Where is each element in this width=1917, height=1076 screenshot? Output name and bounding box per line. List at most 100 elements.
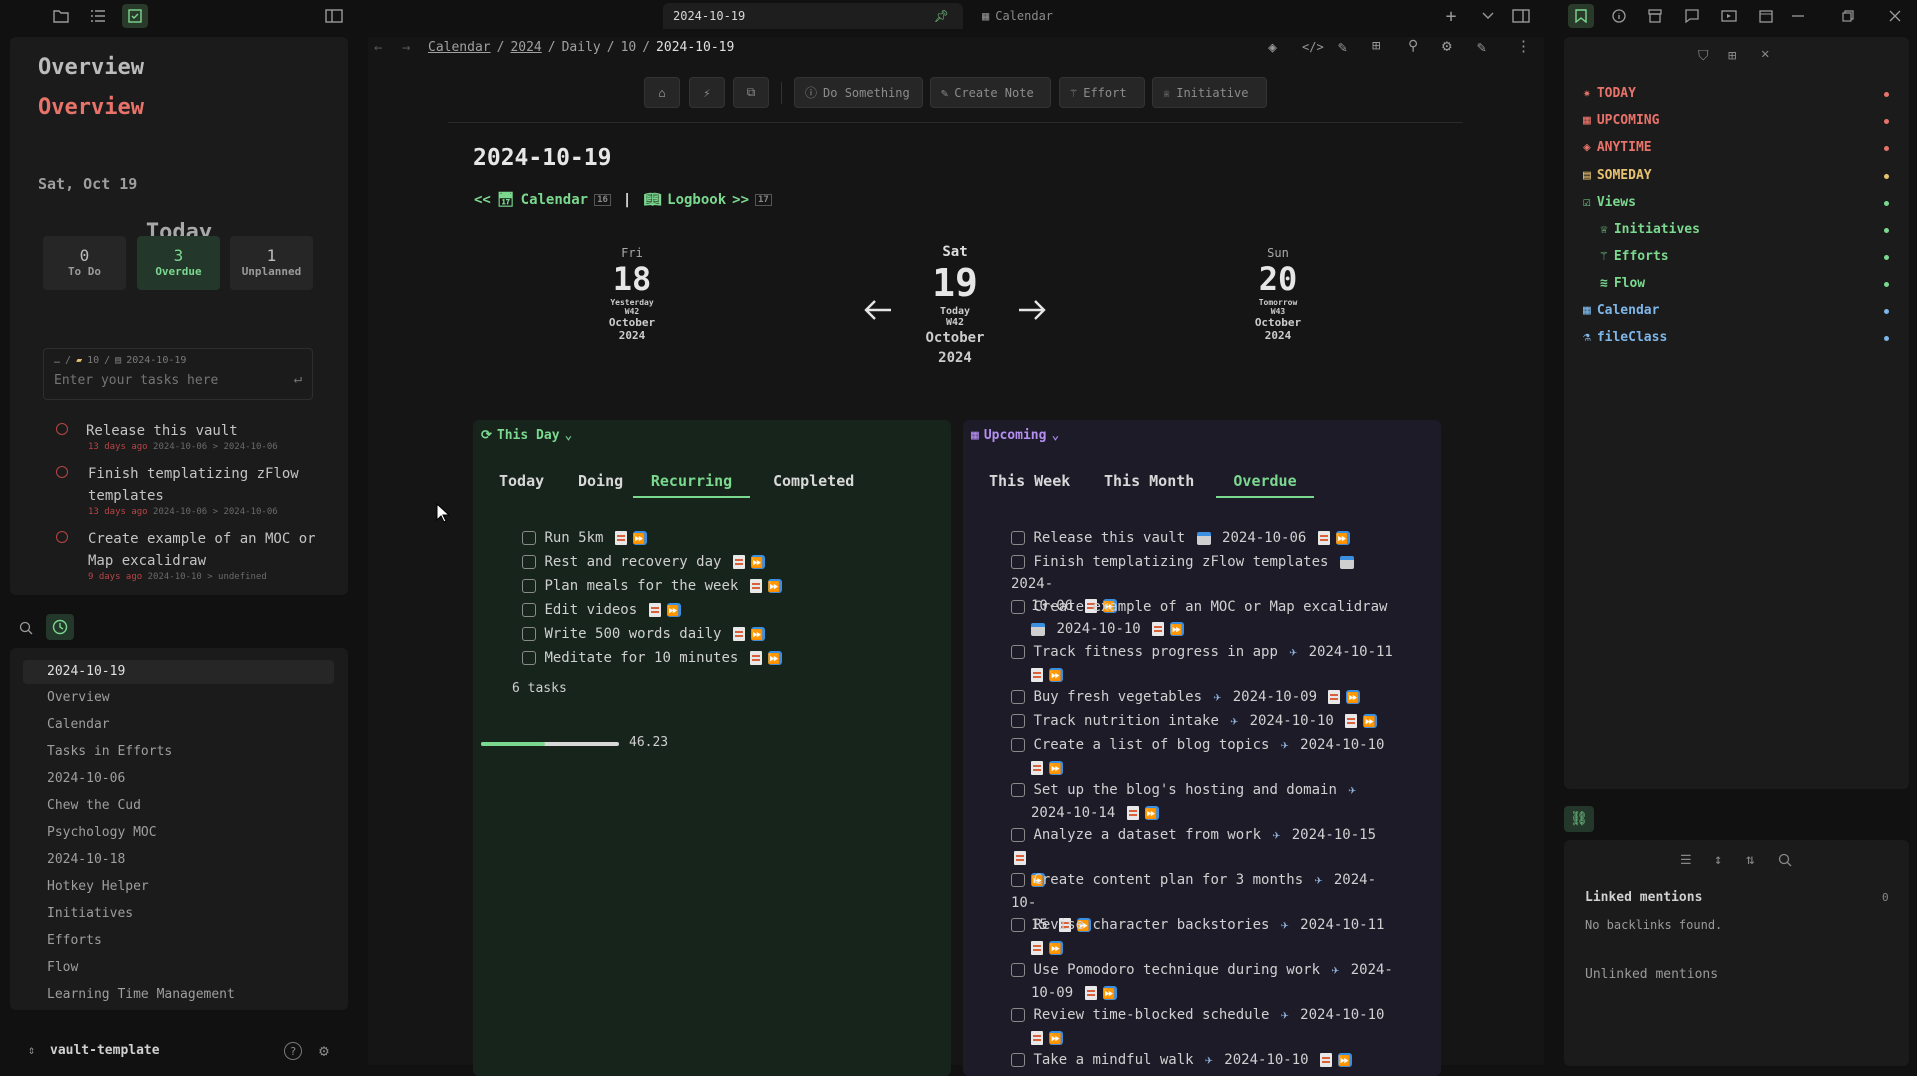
stat-unplanned[interactable]: 1 Unplanned — [230, 236, 313, 290]
tab-active[interactable]: 2024-10-19 📌︎ — [663, 3, 963, 29]
checkbox[interactable] — [1011, 531, 1025, 545]
breadcrumb-item[interactable]: 10 — [621, 40, 637, 55]
code-icon[interactable]: </> — [1302, 40, 1324, 54]
note-icon[interactable] — [1345, 714, 1358, 728]
file-item[interactable]: Hotkey Helper — [47, 876, 149, 898]
checkbox[interactable] — [1011, 1008, 1025, 1022]
more-icon[interactable]: ⋮ — [1516, 37, 1531, 55]
nav-someday[interactable]: ▤ SOMEDAY — [1583, 168, 1652, 183]
do-something-button[interactable]: ⓘ Do Something — [794, 77, 923, 108]
checkbox[interactable] — [1011, 828, 1025, 842]
linked-mentions-heading[interactable]: Linked mentions — [1585, 890, 1702, 905]
tab-calendar[interactable]: ▦ Calendar — [972, 3, 1166, 29]
checkbox[interactable] — [522, 627, 536, 641]
file-item[interactable]: 2024-10-18 — [47, 849, 125, 871]
file-item[interactable]: Psychology MOC — [47, 822, 157, 844]
search-icon[interactable] — [16, 618, 36, 638]
stat-overdue[interactable]: 3 Overdue — [137, 236, 220, 290]
next-icon[interactable]: >> — [732, 192, 749, 208]
task-row[interactable]: Use Pomodoro technique during work ✈︎ 20… — [1011, 959, 1401, 1006]
expand-icon[interactable]: ↕ — [1714, 852, 1722, 868]
note-icon[interactable] — [1320, 1053, 1333, 1067]
calendar-check-icon[interactable] — [122, 4, 148, 28]
close-icon[interactable] — [1882, 4, 1908, 28]
tree-icon[interactable]: ⊞ — [1372, 38, 1380, 54]
task-input[interactable] — [54, 373, 284, 388]
create-note-button[interactable]: ✎ Create Note — [930, 77, 1051, 108]
settings-icon[interactable]: ⚙ — [314, 1040, 334, 1060]
note-icon[interactable] — [1126, 806, 1139, 820]
task-row[interactable]: Rest and recovery day — [522, 551, 768, 575]
search-icon[interactable] — [1777, 852, 1793, 868]
collapse-icon[interactable]: ✕ — [1761, 46, 1769, 62]
chevron-down-icon[interactable] — [1475, 4, 1501, 28]
task-row[interactable]: Set up the blog's hosting and domain ✈︎ 2… — [1011, 779, 1401, 826]
note-icon[interactable] — [1031, 761, 1043, 775]
bookmark-icon[interactable] — [1568, 4, 1594, 28]
checkbox[interactable] — [522, 579, 536, 593]
nav-views[interactable]: ☑ Views — [1583, 195, 1636, 210]
file-item[interactable]: 2024-10-06 — [47, 768, 125, 790]
note-icon[interactable] — [749, 579, 762, 593]
file-item[interactable]: Efforts — [47, 930, 102, 952]
vault-name[interactable]: vault-template — [50, 1043, 160, 1058]
link-icon[interactable]: ⛓ — [1564, 806, 1594, 832]
note-icon[interactable] — [732, 555, 745, 569]
folder-add-icon[interactable]: ⊞ — [1728, 48, 1736, 64]
checkbox[interactable] — [1011, 645, 1025, 659]
tab-completed[interactable]: Completed — [773, 472, 854, 490]
fast-forward-icon[interactable] — [1049, 666, 1063, 688]
task-row[interactable]: Review time-blocked schedule ✈︎ 2024-10-… — [1011, 1004, 1401, 1051]
nav-anytime[interactable]: ◈ ANYTIME — [1583, 140, 1652, 155]
day-next[interactable]: Sun 20 Tomorrow W43 October 2024 — [1238, 246, 1318, 342]
checkbox[interactable] — [1011, 714, 1025, 728]
recent-files-icon[interactable] — [46, 614, 74, 640]
upcoming-dropdown[interactable]: ▦ Upcoming ⌄ — [971, 428, 1059, 443]
file-item[interactable]: Flow — [47, 957, 78, 979]
nav-upcoming[interactable]: ▦ UPCOMING — [1583, 113, 1659, 128]
effort-button[interactable]: ⚚ Effort — [1059, 77, 1145, 108]
task-row[interactable]: Run 5km — [522, 527, 650, 551]
tab-today[interactable]: Today — [499, 472, 544, 490]
task-row[interactable]: Meditate for 10 minutes — [522, 647, 785, 671]
arrow-right-icon[interactable] — [1014, 292, 1050, 328]
checkbox[interactable] — [522, 651, 536, 665]
task-row[interactable]: Plan meals for the week — [522, 575, 785, 599]
checkbox[interactable] — [1011, 873, 1025, 887]
fast-forward-icon[interactable] — [767, 577, 782, 599]
file-item[interactable]: Chew the Cud — [47, 795, 141, 817]
pin-icon[interactable]: 📌︎ — [934, 9, 949, 23]
file-item[interactable]: Overview — [47, 687, 110, 709]
note-icon[interactable] — [1031, 668, 1043, 682]
file-item[interactable]: 2024-10-19 — [47, 661, 125, 683]
checkbox[interactable] — [1011, 1053, 1025, 1067]
task-row[interactable]: Track nutrition intake ✈︎ 2024-10-10 — [1011, 710, 1401, 734]
comment-icon[interactable] — [1679, 4, 1705, 28]
logbook-link[interactable]: Logbook — [667, 192, 726, 208]
task-row[interactable]: Release this vault 2024-10-06 — [1011, 527, 1401, 551]
video-icon[interactable] — [1716, 4, 1742, 28]
stat-todo[interactable]: 0 To Do — [43, 236, 126, 290]
layers-icon[interactable]: ◈ — [1268, 38, 1277, 56]
checkbox[interactable] — [1011, 600, 1025, 614]
checkbox[interactable] — [1011, 555, 1025, 569]
fast-forward-icon[interactable] — [1335, 529, 1350, 551]
file-item[interactable]: Initiatives — [47, 903, 133, 925]
overdue-task[interactable]: Release this vault 13 days ago 2024-10-0… — [50, 420, 340, 452]
fast-forward-icon[interactable] — [750, 553, 765, 575]
note-icon[interactable] — [1014, 851, 1026, 865]
tab-this-month[interactable]: This Month — [1104, 472, 1194, 490]
calendar-link[interactable]: Calendar — [521, 192, 588, 208]
pin-icon[interactable]: ⚲ — [1408, 38, 1418, 54]
fast-forward-icon[interactable] — [1144, 804, 1159, 826]
fast-forward-icon[interactable] — [1049, 759, 1063, 781]
bookmark-add-icon[interactable]: ⛉ — [1698, 48, 1709, 64]
checkbox[interactable] — [1011, 738, 1025, 752]
day-current[interactable]: Sat 19 Today W42 October 2024 — [905, 244, 1005, 368]
note-icon[interactable] — [1152, 622, 1165, 636]
checkbox[interactable] — [1011, 963, 1025, 977]
note-icon[interactable] — [614, 531, 627, 545]
home-button[interactable]: ⌂ — [644, 77, 680, 108]
fast-forward-icon[interactable] — [666, 601, 681, 623]
breadcrumb-item[interactable]: Calendar — [428, 40, 491, 55]
